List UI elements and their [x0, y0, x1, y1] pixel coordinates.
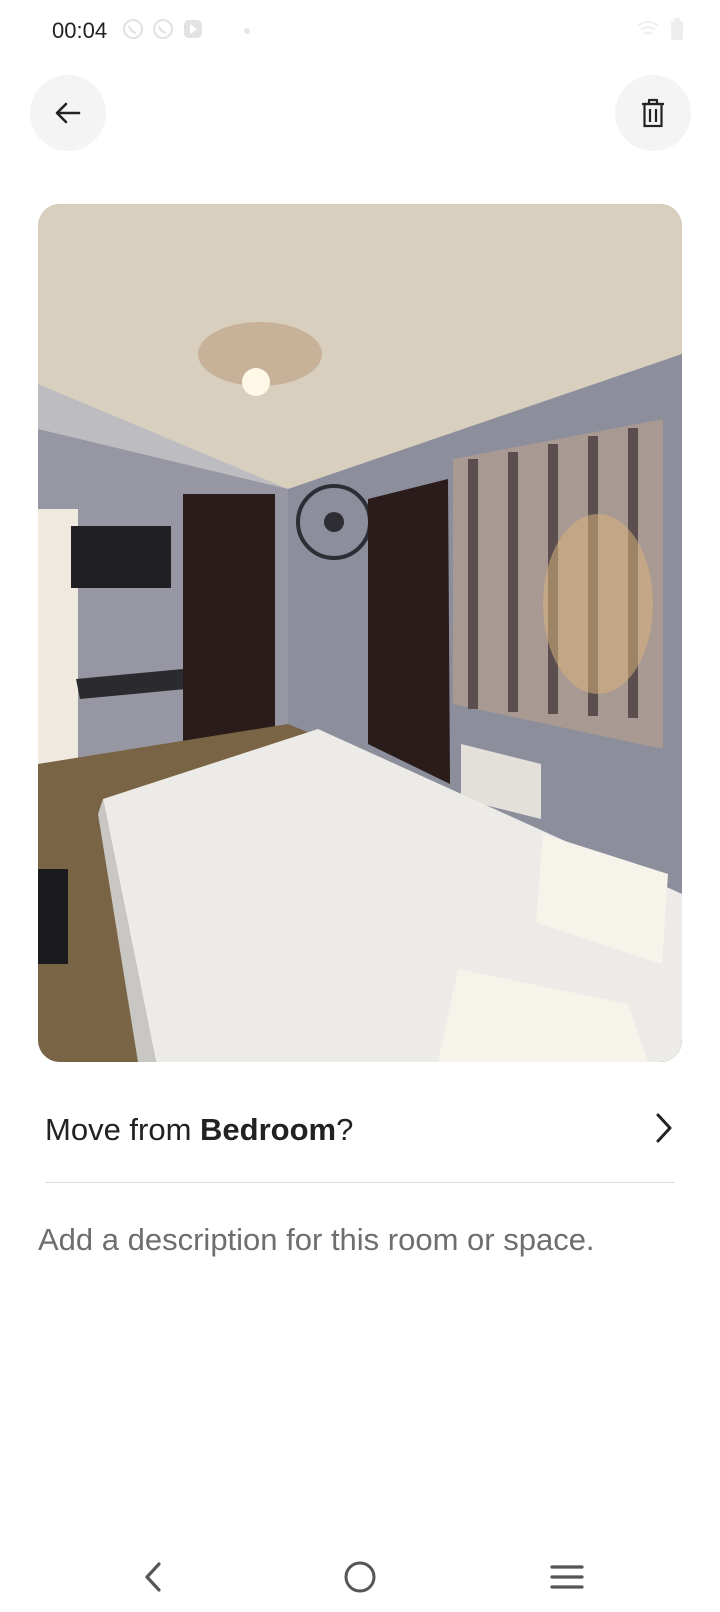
- delete-photo-button[interactable]: [615, 75, 691, 151]
- status-time: 00:04: [52, 18, 108, 43]
- back-nav-icon: [145, 1562, 161, 1592]
- nav-recents-button[interactable]: [537, 1552, 597, 1602]
- move-room-row[interactable]: Move from Bedroom?: [45, 1100, 675, 1180]
- app-notification-icon: [184, 20, 202, 38]
- back-button[interactable]: [30, 75, 106, 151]
- whatsapp-icon: [123, 19, 143, 39]
- status-bar: 00:04: [0, 0, 720, 62]
- home-nav-icon: [344, 1561, 376, 1593]
- move-room-label: Move from Bedroom?: [45, 1112, 353, 1148]
- nav-back-button[interactable]: [123, 1552, 183, 1602]
- system-nav-bar: [0, 1540, 720, 1612]
- room-photo[interactable]: [38, 204, 682, 1062]
- move-prefix: Move from: [45, 1112, 201, 1147]
- arrow-left-icon: [55, 102, 81, 124]
- trash-icon: [642, 98, 664, 128]
- battery-icon: [671, 18, 683, 40]
- status-system-icons: [636, 18, 684, 40]
- move-suffix: ?: [336, 1112, 354, 1147]
- chevron-right-icon: [656, 1113, 672, 1143]
- nav-home-button[interactable]: [330, 1552, 390, 1602]
- bedroom-photo-image: [38, 204, 682, 1062]
- wifi-icon: [637, 21, 659, 35]
- description-input[interactable]: Add a description for this room or space…: [38, 1222, 595, 1258]
- current-room-name: Bedroom: [200, 1112, 337, 1147]
- divider: [45, 1182, 675, 1183]
- status-dot: [244, 28, 250, 34]
- whatsapp-icon: [153, 19, 173, 39]
- status-notification-icons: [122, 18, 204, 40]
- recents-nav-icon: [550, 1565, 584, 1589]
